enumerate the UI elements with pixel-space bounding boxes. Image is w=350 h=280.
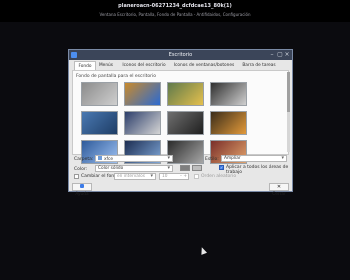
- interval-value: 10: [162, 174, 168, 179]
- dialog-title: Escritorio: [168, 52, 193, 58]
- interval-stepper[interactable]: 10 – +: [159, 173, 189, 180]
- maximize-icon[interactable]: ▢: [277, 52, 283, 58]
- interval-unit-select[interactable]: en intervalos: [114, 173, 156, 180]
- help-button-label: Ayuda: [75, 192, 89, 197]
- decrement-icon[interactable]: –: [180, 174, 182, 180]
- wallpaper-thumbnail[interactable]: [81, 82, 118, 106]
- wallpaper-thumbnail[interactable]: [124, 111, 161, 135]
- style-value: Ampliar: [224, 156, 241, 161]
- apply-all-checkbox[interactable]: ✓: [219, 165, 224, 170]
- wallpaper-thumbnail[interactable]: [167, 111, 204, 135]
- wallpaper-thumbnail[interactable]: [81, 111, 118, 135]
- close-icon[interactable]: ×: [284, 52, 290, 58]
- tab-iconos-escritorio[interactable]: Iconos del escritorio: [119, 61, 169, 70]
- color-value: Color sólido: [98, 166, 124, 171]
- color-swatch-2[interactable]: [192, 165, 202, 171]
- tab-barra-tareas[interactable]: Barra de tareas: [239, 61, 279, 70]
- wallpaper-thumbnail[interactable]: [167, 82, 204, 106]
- wallpaper-scrollbar[interactable]: [287, 72, 290, 152]
- window-subcaption: Ventana Escritorio, Pantalla, Fondo de P…: [99, 12, 251, 17]
- increment-icon[interactable]: +: [183, 174, 187, 180]
- tab-iconos-ventanas[interactable]: Iconos de ventanas/botones: [171, 61, 237, 70]
- close-button-label: Cerrar: [272, 192, 286, 197]
- folder-label: Carpeta:: [74, 157, 94, 162]
- tab-menus[interactable]: Menús: [96, 61, 116, 70]
- wallpaper-thumbnail[interactable]: [210, 82, 247, 106]
- desktop-settings-dialog: Escritorio – ▢ × Fondo Menús Iconos del …: [68, 49, 293, 197]
- folder-select[interactable]: xfce: [95, 155, 173, 162]
- folder-value: xfce: [104, 157, 114, 162]
- random-order-label: Orden aleatorio: [201, 174, 237, 179]
- wallpaper-thumbnail[interactable]: [124, 82, 161, 106]
- interval-unit-value: en intervalos: [117, 174, 145, 179]
- wallpaper-panel: Fondo de pantalla para el escritorio: [72, 70, 289, 164]
- style-label: Estilo:: [205, 157, 219, 162]
- window-caption: planeroacn-06271234_dcfdcae13_80k(1): [118, 3, 232, 9]
- folder-icon: [98, 156, 102, 160]
- close-button[interactable]: ✕ Cerrar: [269, 183, 289, 197]
- top-panel: planeroacn-06271234_dcfdcae13_80k(1) Ven…: [0, 0, 350, 22]
- help-button[interactable]: Ayuda: [72, 183, 92, 197]
- scrollbar-thumb[interactable]: [287, 72, 290, 112]
- random-order-checkbox[interactable]: [194, 174, 199, 179]
- change-bg-checkbox[interactable]: [74, 174, 79, 179]
- style-select[interactable]: Ampliar: [221, 155, 287, 162]
- color-select[interactable]: Color sólido: [95, 165, 173, 172]
- minimize-icon[interactable]: –: [269, 52, 275, 58]
- help-icon: [79, 184, 84, 188]
- close-button-icon: ✕: [276, 184, 282, 190]
- dialog-titlebar[interactable]: Escritorio – ▢ ×: [69, 50, 292, 60]
- mouse-pointer: [198, 246, 208, 255]
- wallpaper-thumbnail[interactable]: [210, 111, 247, 135]
- color-label: Color:: [74, 167, 88, 172]
- color-swatch-1[interactable]: [180, 165, 190, 171]
- panel-subtitle: Fondo de pantalla para el escritorio: [76, 74, 156, 79]
